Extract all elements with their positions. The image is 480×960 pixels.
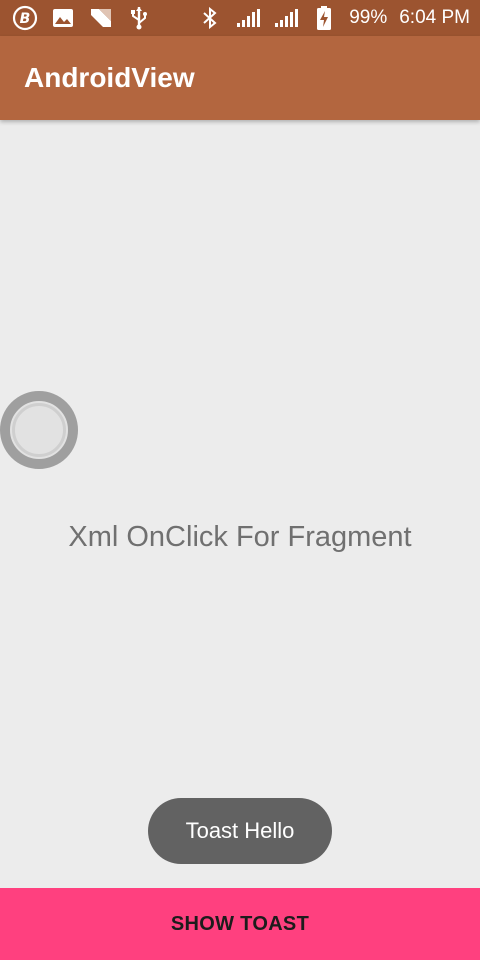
- show-toast-button[interactable]: SHOW TOAST: [0, 888, 480, 960]
- bluetooth-icon: [197, 6, 223, 30]
- status-bar: B 99% 6:04 PM: [0, 0, 480, 36]
- toast-message: Toast Hello: [148, 798, 332, 864]
- svg-text:B: B: [20, 11, 31, 27]
- content-area: [0, 120, 480, 888]
- image-icon: [50, 6, 76, 30]
- app-title: AndroidView: [24, 62, 195, 93]
- usb-icon: [126, 6, 152, 30]
- battery-percent: 99%: [349, 7, 388, 28]
- status-right-icons: 99% 6:04 PM: [197, 6, 470, 30]
- signal-icon: [235, 6, 261, 30]
- fragment-label: Xml OnClick For Fragment: [68, 521, 412, 553]
- clock: 6:04 PM: [399, 7, 470, 28]
- battery-charging-icon: [311, 6, 337, 30]
- app-bar: AndroidView: [0, 36, 480, 120]
- n-logo-icon: [88, 6, 114, 30]
- status-left-icons: B: [12, 5, 152, 31]
- b-circle-icon: B: [12, 5, 38, 31]
- signal-icon: [273, 6, 299, 30]
- touch-indicator: [0, 391, 78, 469]
